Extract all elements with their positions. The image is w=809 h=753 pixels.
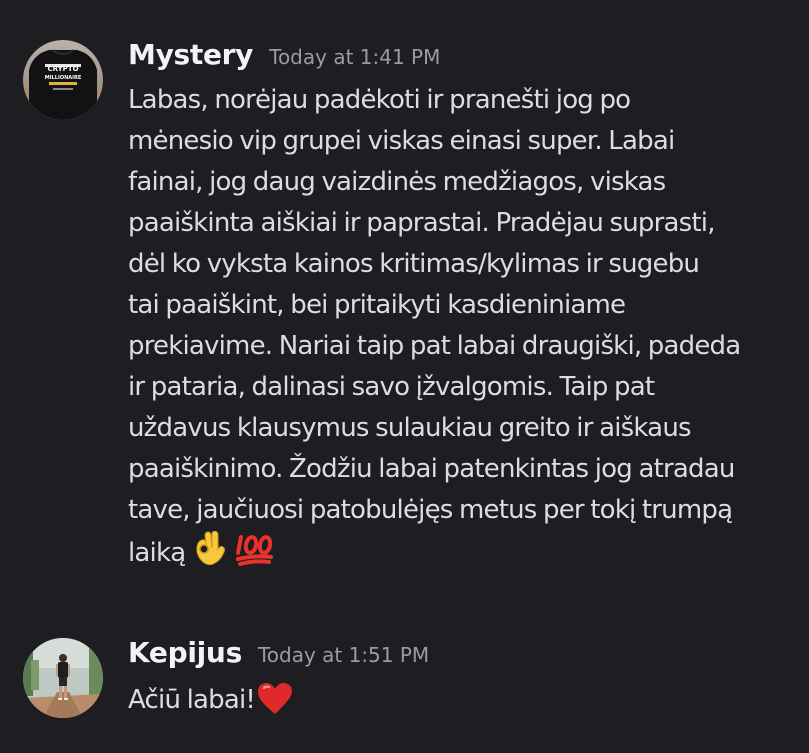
svg-text:CRYPTO: CRYPTO [47, 65, 78, 73]
message-content: Labas, norėjau padėkoti ir pranešti jog … [128, 80, 808, 580]
message-text: Labas, norėjau padėkoti ir pranešti jog … [128, 85, 741, 568]
red-heart-emoji [257, 682, 293, 729]
message-header: Mystery Today at 1:41 PM [128, 38, 440, 71]
ok-hand-emoji [193, 530, 227, 580]
chat-messages: CRYPTO MILLIONAIRE Mystery Today at 1:41… [0, 0, 809, 753]
timestamp: Today at 1:51 PM [257, 643, 430, 667]
message-content: Ačiū labai! [128, 680, 808, 729]
timestamp: Today at 1:41 PM [269, 45, 441, 69]
hundred-points-emoji [235, 531, 275, 580]
avatar[interactable]: CRYPTO MILLIONAIRE [23, 40, 103, 120]
username[interactable]: Mystery [128, 38, 253, 71]
avatar[interactable] [23, 638, 103, 718]
message-header: Kepijus Today at 1:51 PM [128, 636, 429, 669]
message-text: Ačiū labai! [128, 685, 256, 715]
svg-text:MILLIONAIRE: MILLIONAIRE [45, 75, 82, 81]
username[interactable]: Kepijus [128, 636, 242, 669]
